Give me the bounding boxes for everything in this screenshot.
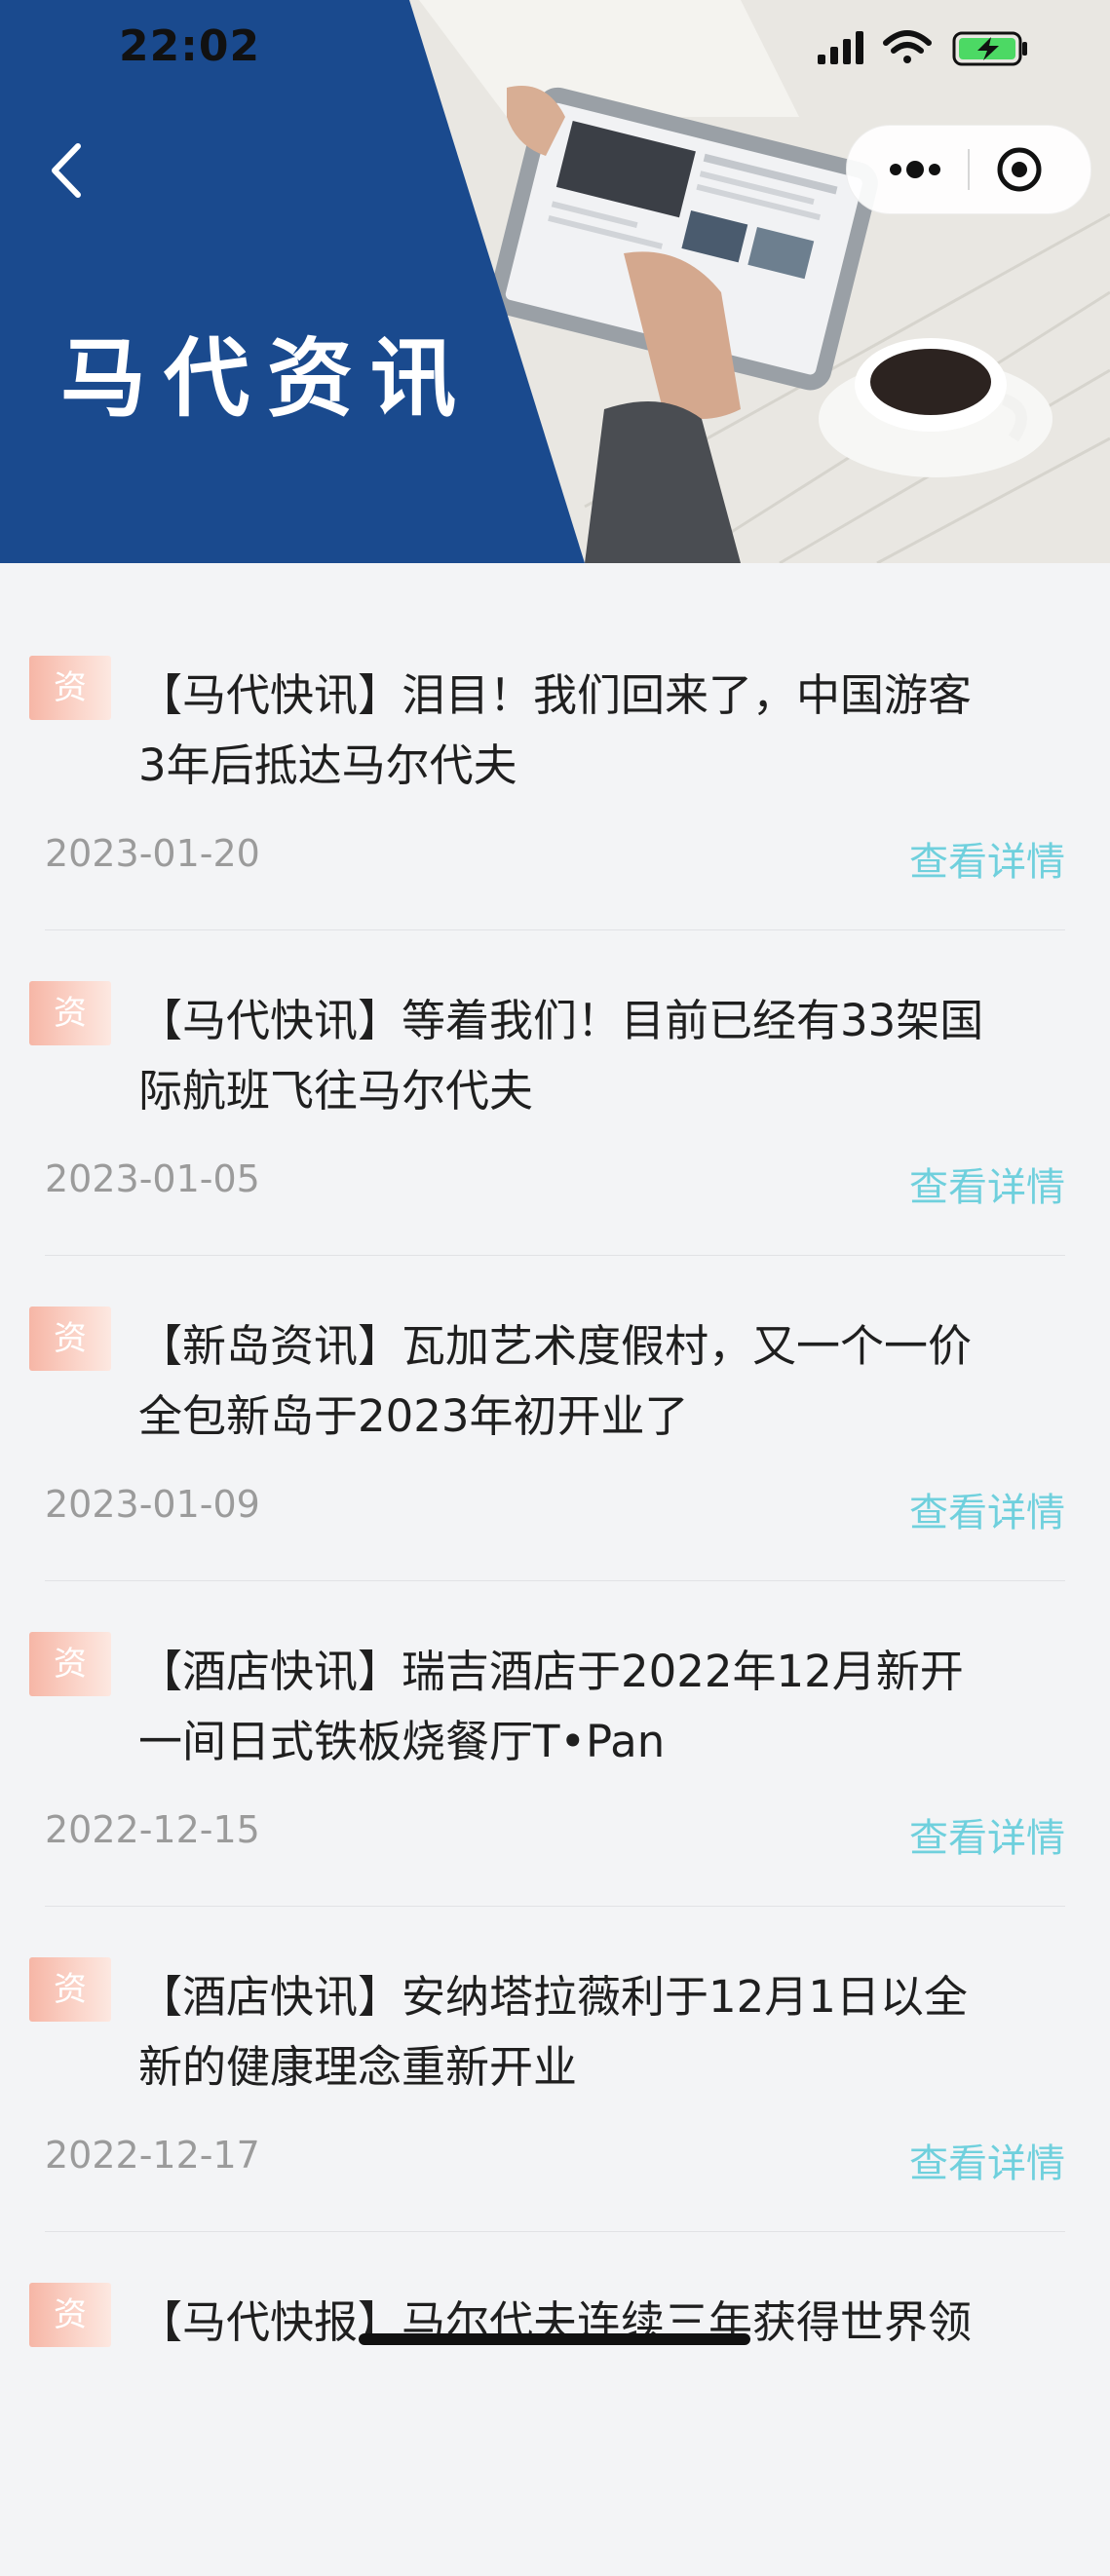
- home-indicator: [359, 2333, 750, 2345]
- news-title-line: 【马代快讯】泪目！我们回来了，中国游客: [138, 669, 973, 721]
- battery-charging-icon: [952, 31, 1027, 66]
- news-title-line: 新的健康理念重新开业: [138, 2041, 578, 2093]
- divider: [45, 929, 1065, 930]
- news-title-line: 一间日式铁板烧餐厅T•Pan: [138, 1716, 666, 1767]
- news-item[interactable]: 资 【酒店快讯】瑞吉酒店于2022年12月新开 一间日式铁板烧餐厅T•Pan 2…: [0, 1600, 1110, 1925]
- capsule-divider: [968, 149, 970, 190]
- news-title[interactable]: 【新岛资讯】瓦加艺术度假村，又一个一价 全包新岛于2023年初开业了: [138, 1311, 1064, 1452]
- news-tag: 资: [29, 981, 111, 1045]
- banner-photo: [0, 0, 1110, 563]
- view-detail-link[interactable]: 查看详情: [909, 2132, 1065, 2188]
- news-date: 2023-01-09: [45, 1483, 260, 1526]
- divider: [45, 1906, 1065, 1907]
- target-icon: [997, 147, 1042, 192]
- news-title[interactable]: 【马代快讯】等着我们！目前已经有33架国 际航班飞往马尔代夫: [138, 986, 1064, 1126]
- status-icons: [818, 29, 1042, 72]
- news-date: 2023-01-20: [45, 832, 260, 875]
- page-title: 马代资讯: [60, 328, 475, 429]
- more-button[interactable]: [876, 149, 954, 190]
- news-date: 2023-01-05: [45, 1157, 260, 1200]
- news-title-line: 际航班飞往马尔代夫: [138, 1065, 534, 1117]
- back-chevron-icon: [52, 143, 81, 198]
- news-title-line: 【马代快讯】等着我们！目前已经有33架国: [138, 995, 984, 1046]
- status-time: 22:02: [119, 21, 261, 71]
- news-item[interactable]: 资 【酒店快讯】安纳塔拉薇利于12月1日以全 新的健康理念重新开业 2022-1…: [0, 1925, 1110, 2251]
- news-item[interactable]: 资 【马代快讯】泪目！我们回来了，中国游客 3年后抵达马尔代夫 2023-01-…: [0, 624, 1110, 949]
- news-item[interactable]: 资 【新岛资讯】瓦加艺术度假村，又一个一价 全包新岛于2023年初开业了 202…: [0, 1274, 1110, 1600]
- news-tag: 资: [29, 1957, 111, 2022]
- news-date: 2022-12-17: [45, 2134, 260, 2177]
- header-banner: 22:02 马代资讯: [0, 0, 1110, 563]
- news-title[interactable]: 【酒店快讯】安纳塔拉薇利于12月1日以全 新的健康理念重新开业: [138, 1962, 1064, 2102]
- news-title-line: 3年后抵达马尔代夫: [138, 739, 517, 791]
- news-tag: 资: [29, 656, 111, 720]
- divider: [45, 1255, 1065, 1256]
- news-tag: 资: [29, 1632, 111, 1696]
- news-item[interactable]: 资 【马代快报】马尔代夫连续三年获得世界领: [0, 2251, 1110, 2576]
- wifi-icon: [883, 30, 932, 63]
- divider: [45, 2231, 1065, 2232]
- news-title[interactable]: 【马代快报】马尔代夫连续三年获得世界领: [138, 2288, 1064, 2358]
- view-detail-link[interactable]: 查看详情: [909, 1481, 1065, 1537]
- news-item[interactable]: 资 【马代快讯】等着我们！目前已经有33架国 际航班飞往马尔代夫 2023-01…: [0, 949, 1110, 1274]
- view-detail-link[interactable]: 查看详情: [909, 1806, 1065, 1863]
- view-detail-link[interactable]: 查看详情: [909, 830, 1065, 887]
- news-date: 2022-12-15: [45, 1808, 260, 1851]
- news-title[interactable]: 【马代快讯】泪目！我们回来了，中国游客 3年后抵达马尔代夫: [138, 661, 1064, 801]
- more-dots-icon: [890, 161, 940, 178]
- news-tag: 资: [29, 2283, 111, 2347]
- news-title-line: 全包新岛于2023年初开业了: [138, 1390, 689, 1442]
- back-button[interactable]: [41, 136, 99, 205]
- view-detail-link[interactable]: 查看详情: [909, 1155, 1065, 1212]
- divider: [45, 1580, 1065, 1581]
- news-title-line: 【酒店快讯】安纳塔拉薇利于12月1日以全: [138, 1971, 968, 2023]
- news-title[interactable]: 【酒店快讯】瑞吉酒店于2022年12月新开 一间日式铁板烧餐厅T•Pan: [138, 1637, 1064, 1777]
- signal-icon: [818, 31, 863, 64]
- mini-program-capsule: [846, 125, 1091, 214]
- news-tag: 资: [29, 1307, 111, 1371]
- news-title-line: 【新岛资讯】瓦加艺术度假村，又一个一价: [138, 1320, 973, 1372]
- close-miniprogram-button[interactable]: [995, 145, 1044, 194]
- news-title-line: 【酒店快讯】瑞吉酒店于2022年12月新开: [138, 1646, 964, 1697]
